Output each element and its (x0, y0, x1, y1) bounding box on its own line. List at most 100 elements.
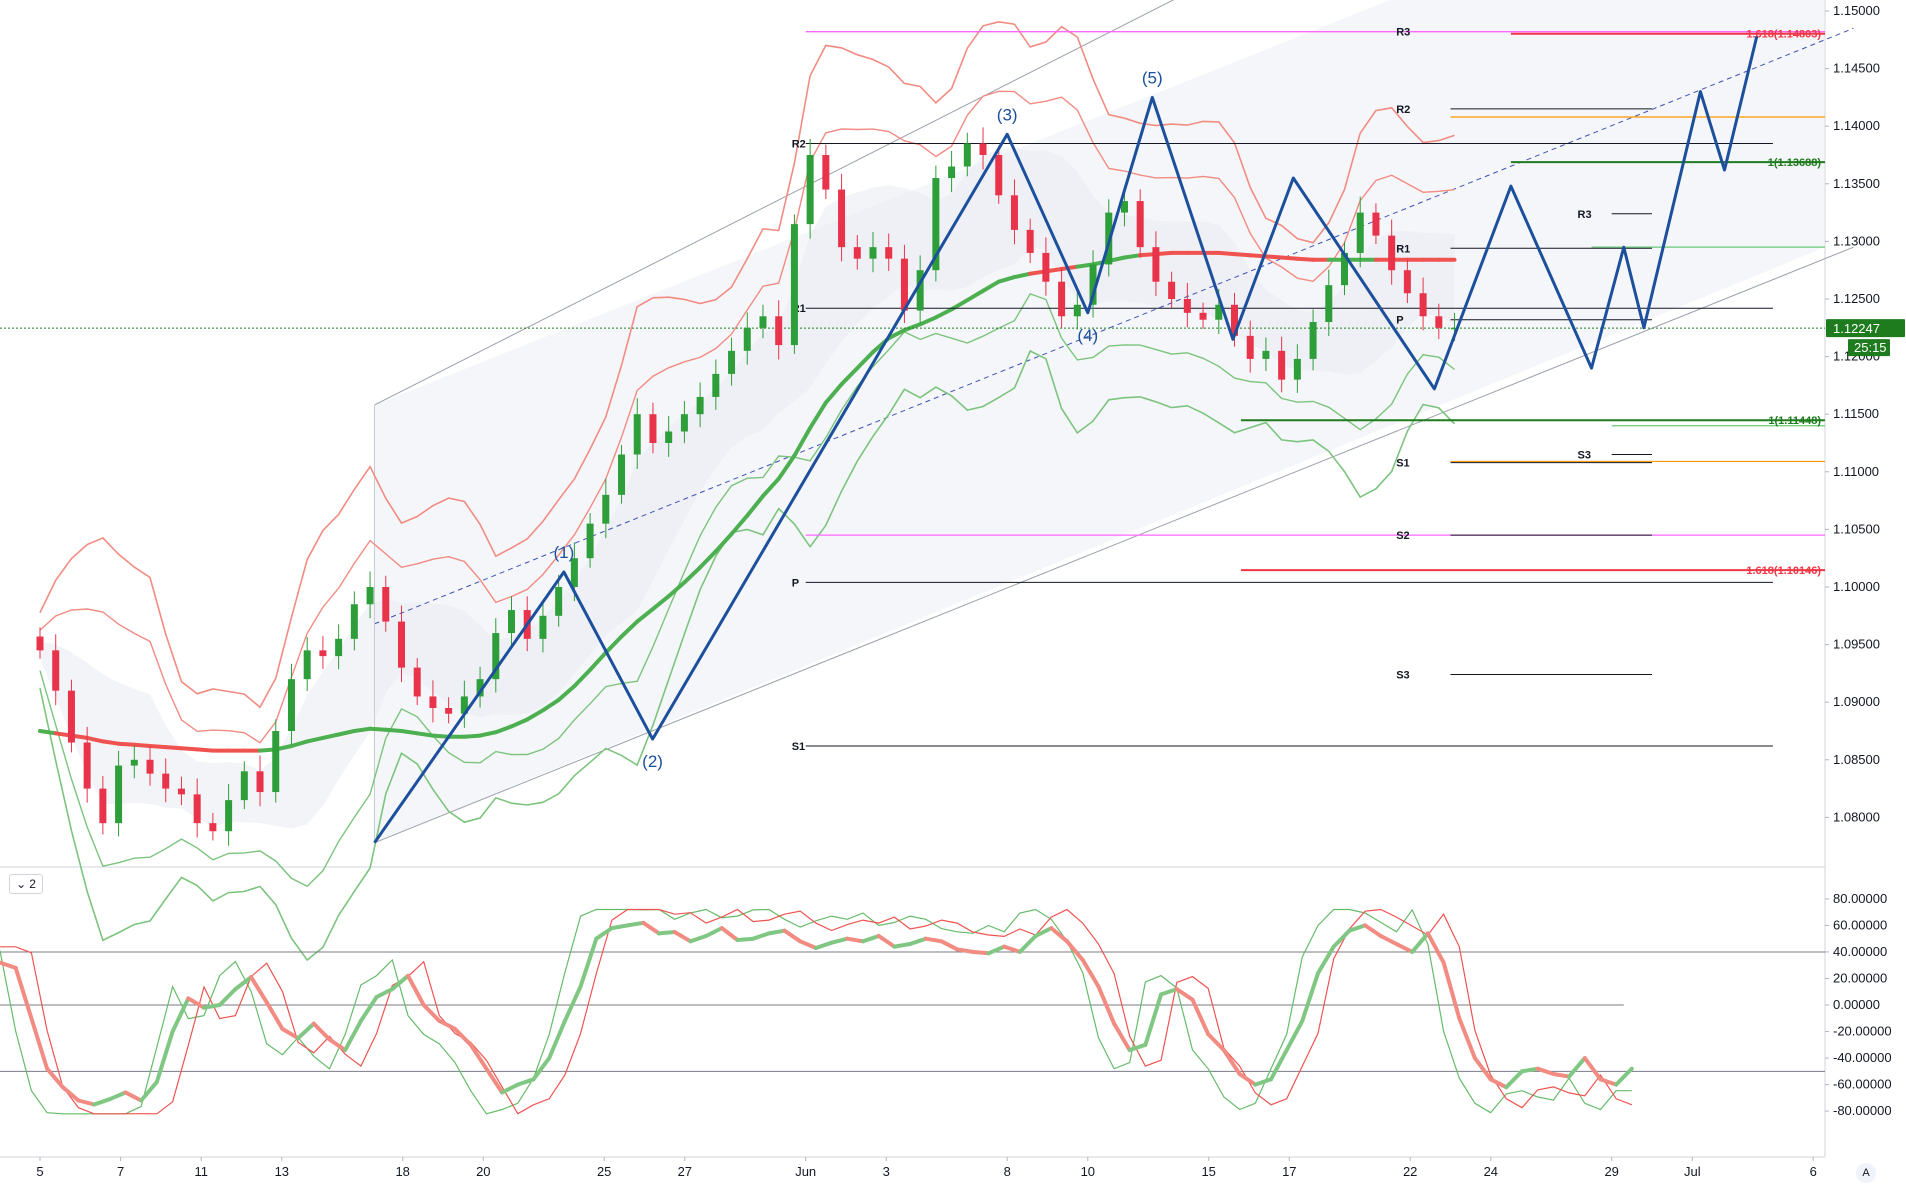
candle-body[interactable] (885, 247, 893, 259)
candle-body[interactable] (822, 155, 830, 190)
candle-body[interactable] (303, 650, 311, 680)
pivot-level-label: P (1396, 315, 1403, 327)
candle-body[interactable] (1199, 312, 1207, 320)
candle-body[interactable] (177, 788, 185, 795)
price-tick-label: 1.09500 (1833, 637, 1880, 652)
ema-segment (1122, 253, 1143, 260)
ema-segment (38, 729, 58, 736)
candle-body[interactable] (36, 636, 44, 651)
candle-body[interactable] (1246, 335, 1254, 359)
time-tick-label: 3 (883, 1164, 890, 1179)
candle-body[interactable] (948, 166, 956, 179)
candle-body[interactable] (665, 431, 673, 443)
candle-body[interactable] (193, 794, 201, 824)
oscillator-main-segment (766, 928, 787, 936)
ema-segment (132, 742, 152, 748)
pivot-level-label: R2 (792, 138, 806, 150)
candle-body[interactable] (1419, 293, 1427, 317)
candle-body[interactable] (272, 731, 280, 793)
candle-body[interactable] (1262, 350, 1270, 359)
candle-body[interactable] (162, 773, 170, 789)
candle-body[interactable] (618, 454, 626, 495)
candle-body[interactable] (759, 316, 767, 328)
candle-body[interactable] (382, 587, 390, 622)
candle-body[interactable] (712, 373, 720, 397)
candle-body[interactable] (743, 327, 751, 351)
candle-body[interactable] (1293, 358, 1301, 380)
candle-body[interactable] (1026, 229, 1034, 253)
candle-body[interactable] (1183, 299, 1191, 313)
candle-body[interactable] (1010, 195, 1018, 230)
pane-collapse-toggle[interactable]: ⌄ 2 (9, 874, 43, 894)
candle-body[interactable] (319, 650, 327, 657)
candle-body[interactable] (1168, 281, 1176, 299)
last-price-badge-text: 1.12247 (1833, 321, 1880, 336)
candle-body[interactable] (413, 667, 421, 697)
candle-body[interactable] (539, 615, 547, 639)
candle-body[interactable] (130, 759, 138, 766)
elliott-wave-label: (1) (554, 543, 575, 562)
candle-body[interactable] (649, 414, 657, 443)
candle-body[interactable] (728, 350, 736, 374)
candle-body[interactable] (83, 742, 91, 789)
candle-body[interactable] (1435, 316, 1443, 328)
auto-scale-button[interactable]: A (1856, 1163, 1876, 1183)
candle-body[interactable] (146, 759, 154, 774)
candle-body[interactable] (696, 396, 704, 415)
candle-body[interactable] (586, 523, 594, 559)
candle-body[interactable] (429, 696, 437, 708)
oscillator-main-segment (1551, 1072, 1572, 1079)
candle-body[interactable] (1388, 235, 1396, 271)
candle-body[interactable] (225, 800, 233, 832)
candle-body[interactable] (963, 143, 971, 167)
candle-body[interactable] (99, 788, 107, 824)
candle-body[interactable] (680, 414, 688, 432)
candle-body[interactable] (67, 690, 75, 743)
candle-body[interactable] (508, 610, 516, 634)
ema-segment (1295, 256, 1316, 262)
candle-body[interactable] (1136, 201, 1144, 248)
candle-body[interactable] (52, 650, 60, 691)
candle-body[interactable] (350, 604, 358, 639)
candle-body[interactable] (1042, 252, 1050, 282)
candle-body[interactable] (397, 621, 405, 668)
candle-body[interactable] (1058, 281, 1066, 317)
candle-body[interactable] (602, 494, 610, 524)
candle-body[interactable] (633, 414, 641, 455)
candle-body[interactable] (853, 247, 861, 259)
candle-body[interactable] (555, 587, 563, 616)
pane-toggle-label: 2 (29, 877, 36, 891)
ema-segment (1232, 252, 1253, 258)
candle-body[interactable] (1372, 212, 1380, 236)
candle-body[interactable] (775, 316, 783, 346)
candle-body[interactable] (209, 823, 217, 832)
candle-body[interactable] (115, 765, 123, 824)
candle-body[interactable] (1403, 270, 1411, 294)
pivot-level-label: R2 (1396, 104, 1410, 116)
candle-body[interactable] (287, 679, 295, 731)
chart[interactable]: R3R2R1PS1R2R1PS1S2S3R3S31.618(1.14803)1(… (0, 0, 1906, 1185)
candle-body[interactable] (1278, 350, 1286, 380)
candle-body[interactable] (570, 558, 578, 587)
pivot-level-label: R1 (1396, 243, 1410, 255)
time-tick-label: 6 (1810, 1164, 1817, 1179)
candle-body[interactable] (1325, 285, 1333, 323)
candle-body[interactable] (445, 707, 453, 714)
candle-body[interactable] (366, 587, 374, 605)
candle-body[interactable] (256, 771, 264, 793)
candle-body[interactable] (1152, 247, 1160, 282)
candle-body[interactable] (979, 143, 987, 155)
candle-body[interactable] (1309, 322, 1317, 359)
candle-body[interactable] (806, 155, 814, 225)
candle-body[interactable] (995, 155, 1003, 196)
candle-body[interactable] (1073, 304, 1081, 317)
candle-body[interactable] (790, 224, 798, 346)
candle-body[interactable] (838, 189, 846, 248)
candle-body[interactable] (240, 771, 248, 801)
candle-body[interactable] (335, 638, 343, 657)
elliott-wave-label: (2) (642, 752, 663, 771)
candle-body[interactable] (1356, 212, 1364, 253)
elliott-wave-label: (5) (1142, 68, 1163, 87)
price-tick-label: 1.15000 (1833, 3, 1880, 18)
candle-body[interactable] (869, 247, 877, 259)
